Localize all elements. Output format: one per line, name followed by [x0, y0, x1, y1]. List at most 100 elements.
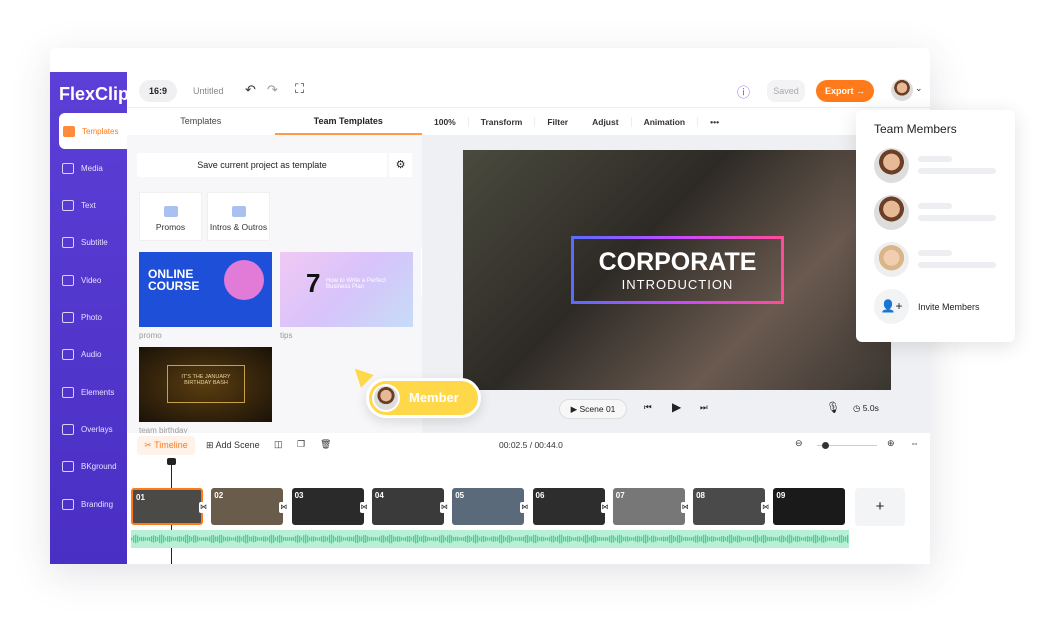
skip-forward-icon[interactable]: ⏭ [700, 402, 708, 413]
save-as-template-button[interactable]: Save current project as template [137, 153, 387, 177]
add-clip-button[interactable]: + [855, 488, 905, 526]
transition-icon[interactable]: ⋈ [600, 502, 610, 513]
scene-clip[interactable]: 03 [291, 488, 364, 525]
title-overlay[interactable]: CORPORATE INTRODUCTION [571, 236, 784, 304]
video-icon [62, 274, 74, 286]
skip-back-icon[interactable]: ⏮ [644, 402, 652, 413]
invite-icon[interactable]: 👤+ [874, 289, 909, 324]
text-icon [62, 200, 74, 212]
template-caption: tips [280, 331, 293, 340]
scene-clip[interactable]: 05 [452, 488, 525, 525]
scene-clip[interactable]: 04 [371, 488, 444, 525]
gear-icon[interactable]: ⚙ [389, 153, 412, 177]
zoom-in-icon[interactable]: ⊕ [887, 438, 895, 449]
timeline-label: Timeline [154, 440, 188, 450]
sidebar-item-elements[interactable]: Elements [50, 374, 127, 410]
template-caption: promo [139, 331, 162, 340]
template-team-birthday[interactable]: IT'S THE JANUARY BIRTHDAY BASH [139, 347, 272, 422]
folder-promos[interactable]: Promos [139, 192, 202, 241]
scene-clip[interactable]: 01 [131, 488, 203, 525]
clip-number: 07 [615, 491, 625, 500]
export-button[interactable]: Export → [816, 80, 874, 102]
audio-icon [62, 349, 74, 361]
fullscreen-icon[interactable]: ⛶ [295, 81, 304, 97]
zoom-select[interactable]: 100% [422, 116, 469, 127]
sidebar-item-text[interactable]: Text [50, 188, 127, 224]
clip-number: 06 [535, 491, 545, 500]
duration[interactable]: ◷ 5.0s [853, 403, 879, 414]
member-avatar [874, 195, 909, 230]
transition-icon[interactable]: ⋈ [279, 502, 289, 513]
waveform [131, 534, 849, 544]
tab-team-templates[interactable]: Team Templates [274, 108, 422, 135]
scene-label: Scene 01 [579, 404, 616, 414]
sidebar-item-photo[interactable]: Photo [50, 300, 127, 336]
adjust-button[interactable]: Adjust [580, 116, 632, 127]
scene-clip[interactable]: 06 [532, 488, 605, 525]
member-email-placeholder [918, 168, 996, 174]
clip-number: 08 [696, 491, 705, 500]
transition-icon[interactable]: ⋈ [439, 502, 449, 513]
duplicate-icon[interactable]: ❐ [297, 439, 305, 450]
sidebar-item-audio[interactable]: Audio [50, 337, 127, 373]
transition-icon[interactable]: ⋈ [359, 502, 369, 513]
scene-clip[interactable]: 07 [612, 488, 685, 525]
tab-templates[interactable]: Templates [127, 108, 275, 135]
clip-number: 03 [294, 491, 304, 500]
delete-icon[interactable]: 🗑 [320, 439, 331, 450]
scene-clip[interactable]: 02 [211, 488, 284, 525]
clip-number: 05 [455, 491, 465, 500]
project-title[interactable]: Untitled [193, 86, 224, 96]
invite-members-button[interactable]: Invite Members [918, 302, 980, 312]
timeline-button[interactable]: ✂ Timeline [137, 436, 195, 455]
top-bar: 16:9 Untitled ↶ ↷ ⛶ ⓘ Saved Export → ⌄ [127, 72, 930, 108]
split-icon[interactable]: ◫ [274, 439, 283, 450]
media-icon [62, 162, 74, 174]
member-name-placeholder [918, 203, 952, 209]
team-members-popup: Team Members 👤+ Invite Members [856, 110, 1015, 342]
scene-clip[interactable]: 08 [693, 488, 766, 525]
sidebar-item-subtitle[interactable]: Subtitle [50, 225, 127, 261]
saved-status: Saved [767, 80, 805, 102]
template-promo[interactable]: ONLINE COURSE [139, 252, 272, 327]
zoom-slider-handle[interactable] [822, 442, 829, 449]
undo-icon[interactable]: ↶ [245, 82, 256, 98]
user-avatar[interactable] [891, 79, 913, 101]
sidebar-item-templates[interactable]: Templates [59, 113, 127, 149]
audio-track[interactable] [131, 530, 849, 548]
template-number: 7 [306, 268, 321, 298]
sidebar-item-label: Elements [81, 387, 115, 397]
sidebar-item-overlays[interactable]: Overlays [50, 411, 127, 447]
filter-button[interactable]: Filter [535, 117, 580, 127]
scene-clip[interactable]: 09 [773, 488, 846, 525]
clip-number: 02 [214, 491, 224, 500]
transition-icon[interactable]: ⋈ [680, 502, 690, 513]
microphone-icon[interactable]: 🎙 [826, 401, 840, 414]
video-preview[interactable]: CORPORATE INTRODUCTION [463, 150, 891, 390]
sidebar-item-video[interactable]: Video [50, 262, 127, 298]
transition-icon[interactable]: ⋈ [761, 502, 771, 513]
member-name-placeholder [918, 156, 952, 162]
sidebar-item-branding[interactable]: Branding [50, 486, 127, 522]
play-icon[interactable]: ▶ [672, 400, 681, 414]
aspect-ratio-button[interactable]: 16:9 [139, 80, 177, 102]
redo-icon[interactable]: ↷ [267, 82, 278, 98]
folder-intros-outros[interactable]: Intros & Outros [207, 192, 270, 241]
sidebar-item-bkground[interactable]: BKground [50, 449, 127, 485]
scene-selector[interactable]: ▶ Scene 01 [559, 399, 627, 419]
animation-button[interactable]: Animation [632, 116, 699, 127]
help-icon[interactable]: ⓘ [737, 82, 750, 101]
bkground-icon [62, 461, 74, 473]
sidebar-item-media[interactable]: Media [50, 150, 127, 186]
more-button[interactable]: ••• [698, 117, 731, 127]
template-text: How to Write a Perfect Business Plan [326, 278, 386, 290]
fit-icon[interactable]: ⇔ [910, 438, 919, 448]
zoom-out-icon[interactable]: ⊖ [795, 438, 803, 449]
chevron-down-icon[interactable]: ⌄ [915, 83, 923, 94]
zoom-slider[interactable] [817, 442, 877, 449]
transition-icon[interactable]: ⋈ [520, 502, 530, 513]
template-tips[interactable]: 7 How to Write a Perfect Business Plan [280, 252, 413, 327]
add-scene-button[interactable]: ⊞ Add Scene [206, 440, 260, 451]
transform-button[interactable]: Transform [469, 116, 536, 127]
transition-icon[interactable]: ⋈ [199, 502, 208, 513]
